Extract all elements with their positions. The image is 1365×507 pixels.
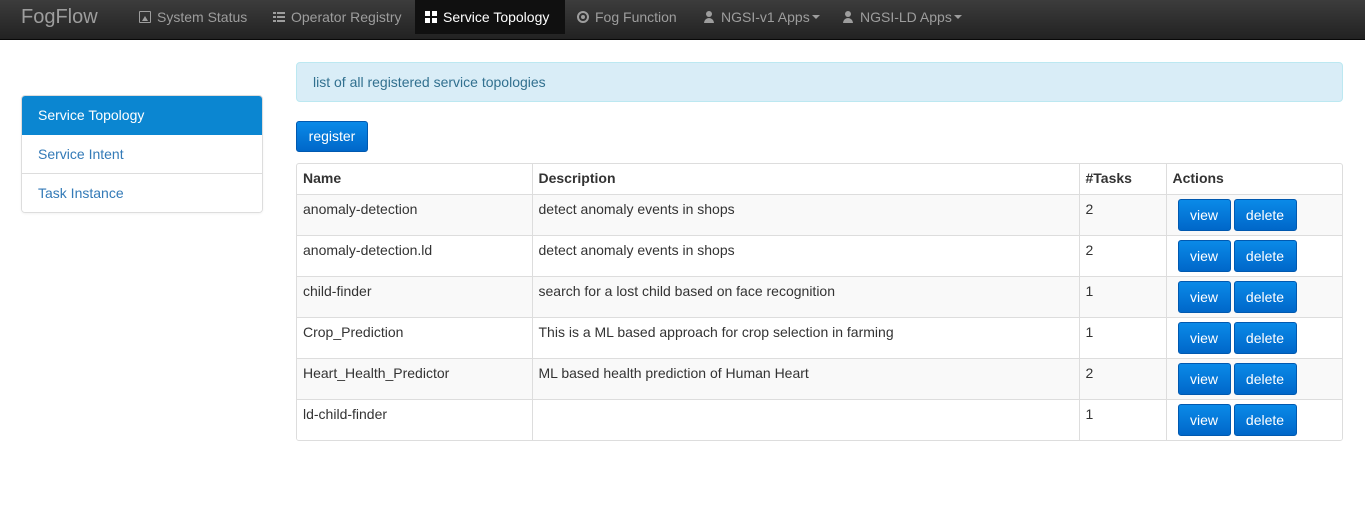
nav-label: Operator Registry — [291, 9, 402, 25]
brand-logo[interactable]: FogFlow — [21, 5, 98, 35]
cell-name: anomaly-detection — [297, 194, 533, 236]
sidebar-item-task-instance[interactable]: Task Instance — [22, 174, 262, 212]
table-row: anomaly-detection.ld detect anomaly even… — [297, 235, 1342, 277]
delete-button[interactable]: delete — [1233, 321, 1297, 354]
record-icon — [577, 11, 589, 23]
cell-tasks: 2 — [1079, 235, 1167, 277]
sidebar-item-service-topology[interactable]: Service Topology — [22, 96, 262, 135]
cell-tasks: 2 — [1079, 358, 1167, 400]
nav-label: NGSI-LD Apps — [860, 9, 952, 25]
nav-service-topology[interactable]: Service Topology — [415, 0, 565, 34]
view-button[interactable]: view — [1177, 280, 1231, 313]
table-row: Heart_Health_Predictor ML based health p… — [297, 358, 1342, 400]
cell-name: ld-child-finder — [297, 399, 533, 440]
cell-actions: view delete — [1166, 194, 1342, 236]
nav-label: Service Topology — [443, 9, 550, 25]
nav-ngsi-v1-apps[interactable]: NGSI-v1 Apps — [693, 0, 830, 34]
user-icon — [703, 11, 715, 23]
user-icon — [842, 11, 854, 23]
view-button[interactable]: view — [1177, 239, 1231, 272]
caret-down-icon — [953, 15, 962, 19]
cell-description: detect anomaly events in shops — [532, 194, 1080, 236]
sidebar-item-service-intent[interactable]: Service Intent — [22, 135, 262, 174]
cell-description: search for a lost child based on face re… — [532, 276, 1080, 318]
delete-button[interactable]: delete — [1233, 198, 1297, 231]
view-button[interactable]: view — [1177, 321, 1231, 354]
view-button[interactable]: view — [1177, 403, 1231, 436]
cell-name: anomaly-detection.ld — [297, 235, 533, 277]
cell-tasks: 1 — [1079, 317, 1167, 359]
column-header-name: Name — [297, 164, 533, 195]
cell-tasks: 2 — [1079, 194, 1167, 236]
cell-actions: view delete — [1166, 358, 1342, 400]
cell-actions: view delete — [1166, 317, 1342, 359]
cell-actions: view delete — [1166, 276, 1342, 318]
table-row: child-finder search for a lost child bas… — [297, 276, 1342, 318]
table-row: anomaly-detection detect anomaly events … — [297, 194, 1342, 236]
cell-name: child-finder — [297, 276, 533, 318]
column-header-description: Description — [532, 164, 1080, 195]
cell-description: This is a ML based approach for crop sel… — [532, 317, 1080, 359]
cell-description: detect anomaly events in shops — [532, 235, 1080, 277]
column-header-actions: Actions — [1166, 164, 1342, 195]
cell-actions: view delete — [1166, 235, 1342, 277]
delete-button[interactable]: delete — [1233, 403, 1297, 436]
register-button[interactable]: register — [296, 121, 368, 152]
cell-description — [532, 399, 1080, 440]
cell-actions: view delete — [1166, 399, 1342, 440]
cell-tasks: 1 — [1079, 276, 1167, 318]
picture-icon — [139, 11, 151, 23]
cell-name: Crop_Prediction — [297, 317, 533, 359]
top-navbar: FogFlow System Status Operator Registry … — [0, 0, 1365, 40]
cell-description: ML based health prediction of Human Hear… — [532, 358, 1080, 400]
info-alert: list of all registered service topologie… — [296, 62, 1343, 102]
view-button[interactable]: view — [1177, 362, 1231, 395]
grid-icon — [425, 11, 437, 23]
nav-operator-registry[interactable]: Operator Registry — [263, 0, 411, 34]
table-header-row: Name Description #Tasks Actions — [297, 164, 1342, 195]
nav-label: System Status — [157, 9, 248, 25]
nav-label: Fog Function — [595, 9, 677, 25]
caret-down-icon — [811, 15, 820, 19]
list-icon — [273, 11, 285, 23]
nav-label: NGSI-v1 Apps — [721, 9, 810, 25]
sidebar: Service Topology Service Intent Task Ins… — [21, 95, 263, 213]
nav-system-status[interactable]: System Status — [129, 0, 257, 34]
table-row: Crop_Prediction This is a ML based appro… — [297, 317, 1342, 359]
delete-button[interactable]: delete — [1233, 362, 1297, 395]
view-button[interactable]: view — [1177, 198, 1231, 231]
delete-button[interactable]: delete — [1233, 239, 1297, 272]
table-row: ld-child-finder 1 view delete — [297, 399, 1342, 440]
column-header-tasks: #Tasks — [1079, 164, 1167, 195]
cell-tasks: 1 — [1079, 399, 1167, 440]
nav-ngsi-ld-apps[interactable]: NGSI-LD Apps — [832, 0, 972, 34]
nav-fog-function[interactable]: Fog Function — [567, 0, 687, 34]
topology-table: Name Description #Tasks Actions anomaly-… — [296, 163, 1343, 441]
delete-button[interactable]: delete — [1233, 280, 1297, 313]
cell-name: Heart_Health_Predictor — [297, 358, 533, 400]
